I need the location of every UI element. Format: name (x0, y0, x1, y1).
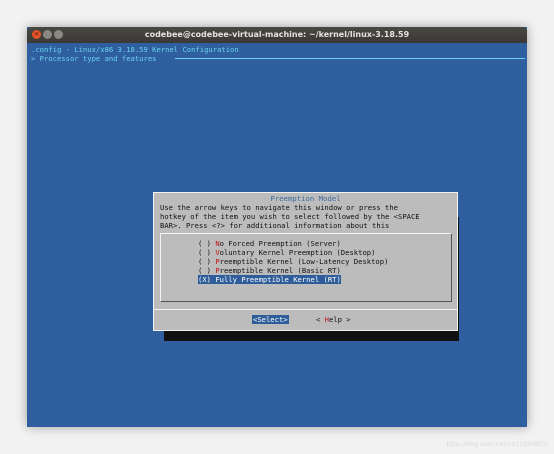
radio-mark: (X) (198, 275, 211, 284)
radio-mark: ( ) (198, 248, 211, 257)
help-line: BAR>. Press <?> for additional informati… (160, 221, 390, 230)
option-preemptible-basic-rt[interactable]: ( ) Preemptible Kernel (Basic RT) (198, 266, 341, 275)
menu-breadcrumb: > Processor type and features (31, 54, 157, 63)
option-label: oluntary Kernel Preemption (Desktop) (219, 248, 376, 257)
terminal-window: × codebee@codebee-virtual-machine: ~/ker… (27, 27, 527, 427)
help-line: hotkey of the item you wish to select fo… (160, 212, 420, 221)
help-button[interactable]: < Help > (316, 315, 351, 324)
radio-mark: ( ) (198, 239, 211, 248)
option-label: o Forced Preemption (Server) (219, 239, 341, 248)
watermark: http://blog.csdn.net/u011350803/ (446, 441, 548, 448)
config-header: .config - Linux/x86 3.18.59 Kernel Confi… (31, 45, 239, 54)
option-voluntary-preemption[interactable]: ( ) Voluntary Kernel Preemption (Desktop… (198, 248, 375, 257)
preemption-model-dialog: Preemption Model Use the arrow keys to n… (153, 192, 458, 331)
select-button[interactable]: <Select> (252, 315, 289, 324)
help-line: Use the arrow keys to navigate this wind… (160, 203, 398, 212)
radio-mark: ( ) (198, 257, 211, 266)
dialog-title: Preemption Model (270, 194, 341, 203)
window-title: codebee@codebee-virtual-machine: ~/kerne… (144, 30, 410, 39)
help-rest: elp > (328, 315, 351, 324)
option-label: reemptible Kernel (Low-Latency Desktop) (219, 257, 389, 266)
option-label: ully Preemptible Kernel (RT) (219, 275, 341, 284)
option-no-forced-preemption[interactable]: ( ) No Forced Preemption (Server) (198, 239, 341, 248)
help-prefix: < (316, 315, 325, 324)
breadcrumb-rule (175, 58, 525, 59)
options-list: ( ) No Forced Preemption (Server) ( ) Vo… (160, 233, 452, 302)
title-bar: × codebee@codebee-virtual-machine: ~/ker… (27, 27, 527, 43)
dialog-help-text: Use the arrow keys to navigate this wind… (160, 203, 455, 230)
option-preemptible-low-latency[interactable]: ( ) Preemptible Kernel (Low-Latency Desk… (198, 257, 388, 266)
option-fully-preemptible-rt[interactable]: (X) Fully Preemptible Kernel (RT) (198, 275, 341, 284)
radio-mark: ( ) (198, 266, 211, 275)
dialog-separator (154, 309, 457, 310)
option-label: reemptible Kernel (Basic RT) (219, 266, 341, 275)
